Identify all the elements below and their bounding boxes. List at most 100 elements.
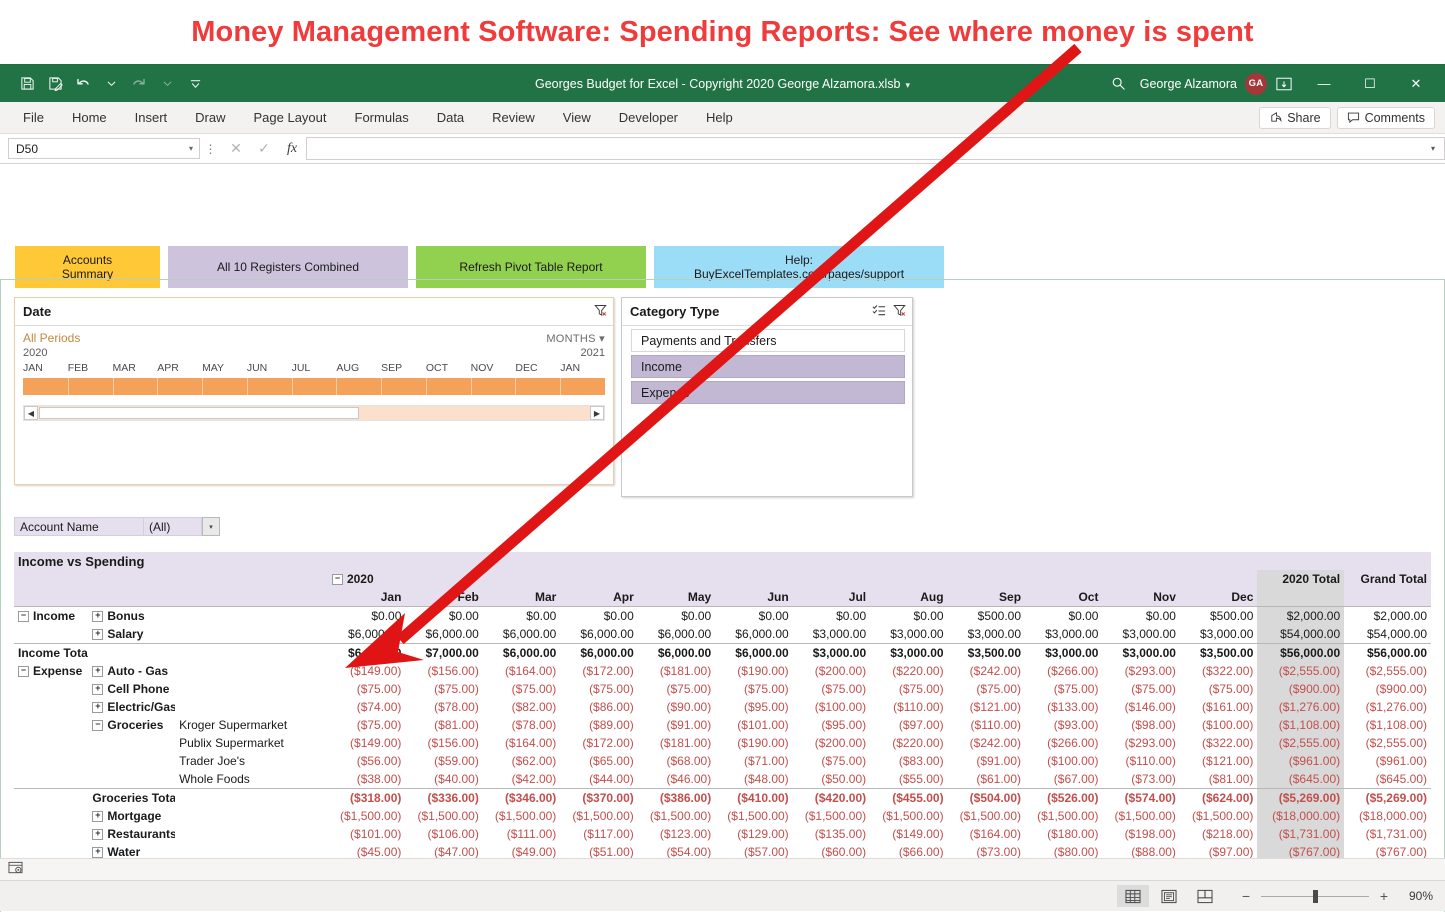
cell-value[interactable]: $0.00 (870, 607, 947, 626)
expand-category-icon[interactable]: + (92, 811, 103, 822)
account-name[interactable]: George Alzamora (1136, 77, 1245, 91)
cell-value[interactable]: ($1,108.00) (1344, 716, 1431, 734)
table-row[interactable]: Publix Supermarket($149.00)($156.00)($16… (14, 734, 1431, 752)
cell-value[interactable]: ($18,000.00) (1344, 807, 1431, 825)
cell-value[interactable]: ($61.00) (948, 770, 1025, 789)
cell-value[interactable]: ($156.00) (405, 662, 482, 680)
cell-value[interactable]: ($73.00) (1102, 770, 1179, 789)
redo-icon[interactable] (126, 72, 152, 96)
timeline-month-mar[interactable]: MAR (113, 362, 158, 374)
cell-value[interactable]: ($1,500.00) (405, 807, 482, 825)
cell-value[interactable]: ($410.00) (715, 789, 792, 808)
cell-value[interactable]: ($110.00) (948, 716, 1025, 734)
timeline-month-oct[interactable]: OCT (426, 362, 471, 374)
cell-value[interactable]: ($455.00) (870, 789, 947, 808)
cell-value[interactable]: $0.00 (715, 607, 792, 626)
cell-value[interactable]: $6,000.00 (328, 625, 405, 644)
cell-value[interactable]: $2,000.00 (1344, 607, 1431, 626)
table-row[interactable]: Income Total$6,000.00$7,000.00$6,000.00$… (14, 644, 1431, 663)
cell-value[interactable]: ($1,731.00) (1344, 825, 1431, 843)
minimize-button[interactable]: — (1301, 68, 1347, 100)
tab-view[interactable]: View (550, 106, 604, 129)
cell-value[interactable]: ($100.00) (1025, 752, 1102, 770)
cell-value[interactable]: ($106.00) (405, 825, 482, 843)
refresh-pivot-table-button[interactable]: Refresh Pivot Table Report (415, 245, 647, 289)
page-break-preview-icon[interactable] (1189, 885, 1221, 907)
cell-value[interactable]: $0.00 (483, 607, 560, 626)
cell-value[interactable]: $3,000.00 (1102, 625, 1179, 644)
cell-value[interactable]: ($293.00) (1102, 734, 1179, 752)
cell-value[interactable]: $54,000.00 (1344, 625, 1431, 644)
zoom-in-button[interactable]: + (1373, 888, 1395, 904)
cell-value[interactable]: $3,000.00 (870, 625, 947, 644)
cell-value[interactable]: $0.00 (638, 607, 715, 626)
cell-value[interactable]: ($59.00) (405, 752, 482, 770)
cell-value[interactable]: ($200.00) (793, 734, 870, 752)
cell-value[interactable]: ($961.00) (1257, 752, 1344, 770)
cell-value[interactable]: $0.00 (328, 607, 405, 626)
tab-home[interactable]: Home (59, 106, 120, 129)
cell-value[interactable]: ($336.00) (405, 789, 482, 808)
cell-value[interactable]: ($75.00) (638, 680, 715, 698)
cell-value[interactable]: ($75.00) (793, 752, 870, 770)
tab-page-layout[interactable]: Page Layout (241, 106, 340, 129)
cell-value[interactable]: ($900.00) (1257, 680, 1344, 698)
cell-value[interactable]: ($164.00) (483, 662, 560, 680)
cell-value[interactable]: ($2,555.00) (1344, 734, 1431, 752)
cell-value[interactable]: ($624.00) (1180, 789, 1257, 808)
cell-value[interactable]: ($110.00) (1102, 752, 1179, 770)
cell-value[interactable]: ($220.00) (870, 734, 947, 752)
cell-value[interactable]: ($81.00) (1180, 770, 1257, 789)
expand-category-icon[interactable]: + (92, 829, 103, 840)
cell-value[interactable]: ($1,500.00) (715, 807, 792, 825)
category-item-expense[interactable]: Expense (631, 381, 905, 404)
expand-category-icon[interactable]: + (92, 629, 103, 640)
cell-value[interactable]: ($1,500.00) (483, 807, 560, 825)
timeline-scroll-thumb[interactable] (39, 407, 359, 419)
cell-value[interactable]: ($1,731.00) (1257, 825, 1344, 843)
cell-value[interactable]: ($1,500.00) (793, 807, 870, 825)
row-category-label[interactable]: +Salary (88, 625, 175, 644)
cell-value[interactable]: ($242.00) (948, 662, 1025, 680)
pivot-year-group[interactable]: −2020 (328, 570, 405, 588)
cell-value[interactable]: ($75.00) (793, 680, 870, 698)
cell-value[interactable]: ($83.00) (870, 752, 947, 770)
table-row[interactable]: −Expense+Auto - Gas($149.00)($156.00)($1… (14, 662, 1431, 680)
chevron-down-icon[interactable]: ▾ (202, 517, 220, 536)
cell-value[interactable]: ($100.00) (1180, 716, 1257, 734)
tab-insert[interactable]: Insert (122, 106, 181, 129)
cell-value[interactable]: ($86.00) (560, 698, 637, 716)
cell-value[interactable]: ($322.00) (1180, 734, 1257, 752)
table-row[interactable]: +Mortgage($1,500.00)($1,500.00)($1,500.0… (14, 807, 1431, 825)
cell-value[interactable]: ($190.00) (715, 734, 792, 752)
name-box[interactable]: D50 ▾ (8, 138, 200, 159)
expand-formula-bar-icon[interactable]: ▾ (1422, 137, 1445, 160)
cell-value[interactable]: ($293.00) (1102, 662, 1179, 680)
cell-value[interactable]: ($90.00) (638, 698, 715, 716)
cell-value[interactable]: ($62.00) (483, 752, 560, 770)
cell-value[interactable]: ($156.00) (405, 734, 482, 752)
zoom-control[interactable]: − + 90% (1235, 888, 1433, 904)
cell-value[interactable]: ($98.00) (1102, 716, 1179, 734)
timeline-month-sep[interactable]: SEP (381, 362, 426, 374)
cell-value[interactable]: $3,000.00 (1102, 644, 1179, 663)
cell-value[interactable]: ($81.00) (405, 716, 482, 734)
timeline-month-jan[interactable]: JAN (23, 362, 68, 374)
table-row[interactable]: Trader Joe's($56.00)($59.00)($62.00)($65… (14, 752, 1431, 770)
cell-value[interactable]: ($1,500.00) (1025, 807, 1102, 825)
cell-value[interactable]: $500.00 (948, 607, 1025, 626)
cell-value[interactable]: ($75.00) (560, 680, 637, 698)
cell-value[interactable]: ($68.00) (638, 752, 715, 770)
timeline-scroll-left-icon[interactable]: ◀ (24, 406, 38, 420)
cell-value[interactable]: ($1,276.00) (1257, 698, 1344, 716)
timeline-month-dec[interactable]: DEC (515, 362, 560, 374)
cell-value[interactable]: ($181.00) (638, 734, 715, 752)
timeline-month-may[interactable]: MAY (202, 362, 247, 374)
cell-value[interactable]: $6,000.00 (715, 644, 792, 663)
cell-value[interactable]: ($266.00) (1025, 734, 1102, 752)
cell-value[interactable]: ($121.00) (1180, 752, 1257, 770)
tab-help[interactable]: Help (693, 106, 746, 129)
cell-value[interactable]: ($95.00) (793, 716, 870, 734)
cell-value[interactable]: ($164.00) (483, 734, 560, 752)
cell-value[interactable]: $6,000.00 (715, 625, 792, 644)
